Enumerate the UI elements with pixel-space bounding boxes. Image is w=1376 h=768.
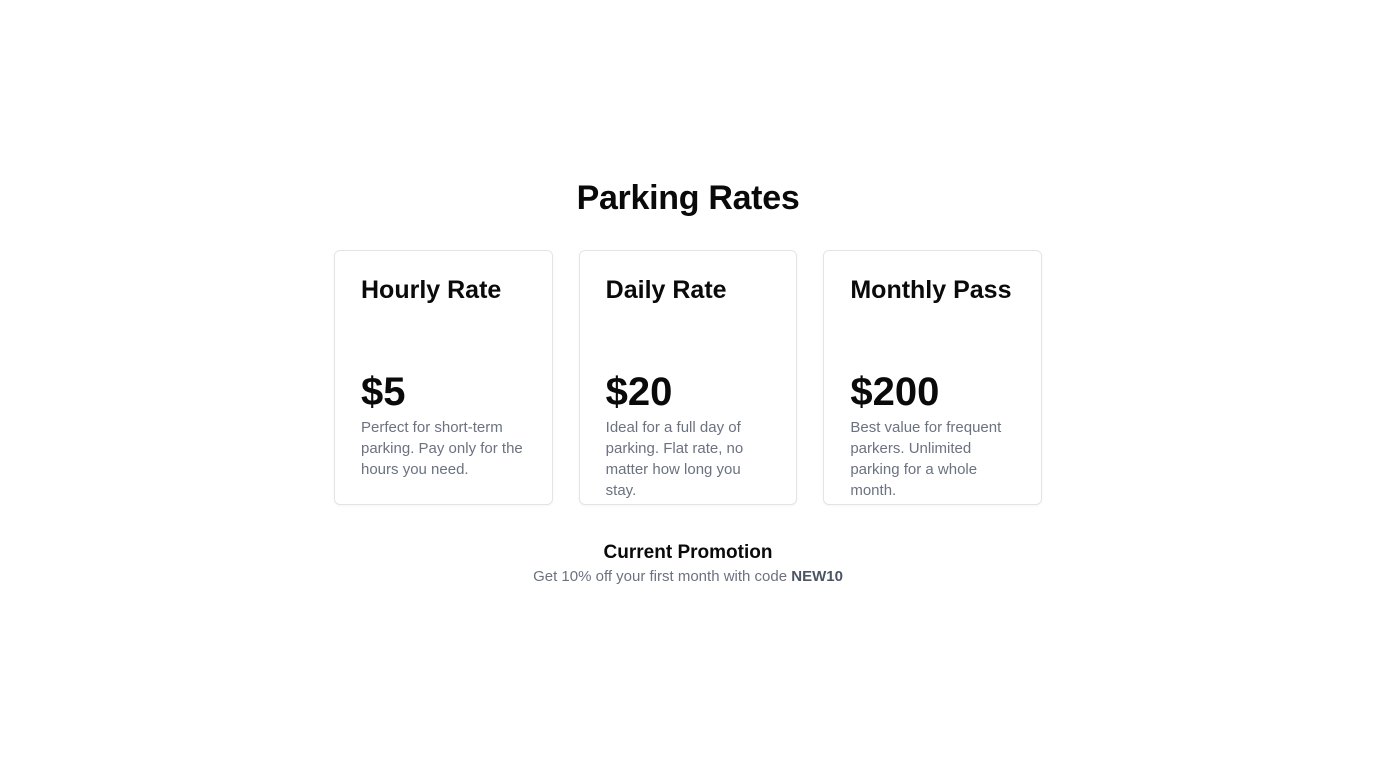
rate-cards: Hourly Rate $5 Perfect for short-term pa… — [334, 250, 1043, 505]
card-title: Daily Rate — [605, 276, 727, 304]
card-description: Ideal for a full day of parking. Flat ra… — [605, 419, 744, 499]
page-title: Parking Rates — [576, 179, 800, 217]
card-title: Hourly Rate — [361, 276, 502, 304]
promotion-title: Current Promotion — [603, 542, 773, 563]
card-price: $5 — [361, 370, 406, 414]
promotion-text: Get 10% off your first month with code N… — [0, 567, 1376, 587]
rate-card-hourly: Hourly Rate $5 Perfect for short-term pa… — [334, 250, 553, 505]
promotion-section: Current Promotion Get 10% off your first… — [0, 541, 1376, 587]
promo-code: NEW10 — [791, 568, 843, 585]
rate-card-daily: Daily Rate $20 Ideal for a full day of p… — [578, 250, 798, 505]
promotion-message: Get 10% off your first month with code — [533, 568, 788, 585]
card-description: Best value for frequent parkers. Unlimit… — [850, 419, 1002, 499]
rate-card-monthly: Monthly Pass $200 Best value for frequen… — [823, 250, 1043, 505]
card-price: $200 — [850, 370, 940, 414]
card-description: Perfect for short-term parking. Pay only… — [361, 419, 523, 478]
parking-rates-page: Parking Rates Hourly Rate $5 Perfect for… — [0, 0, 1376, 768]
card-price: $20 — [605, 370, 673, 414]
card-title: Monthly Pass — [850, 276, 1012, 304]
